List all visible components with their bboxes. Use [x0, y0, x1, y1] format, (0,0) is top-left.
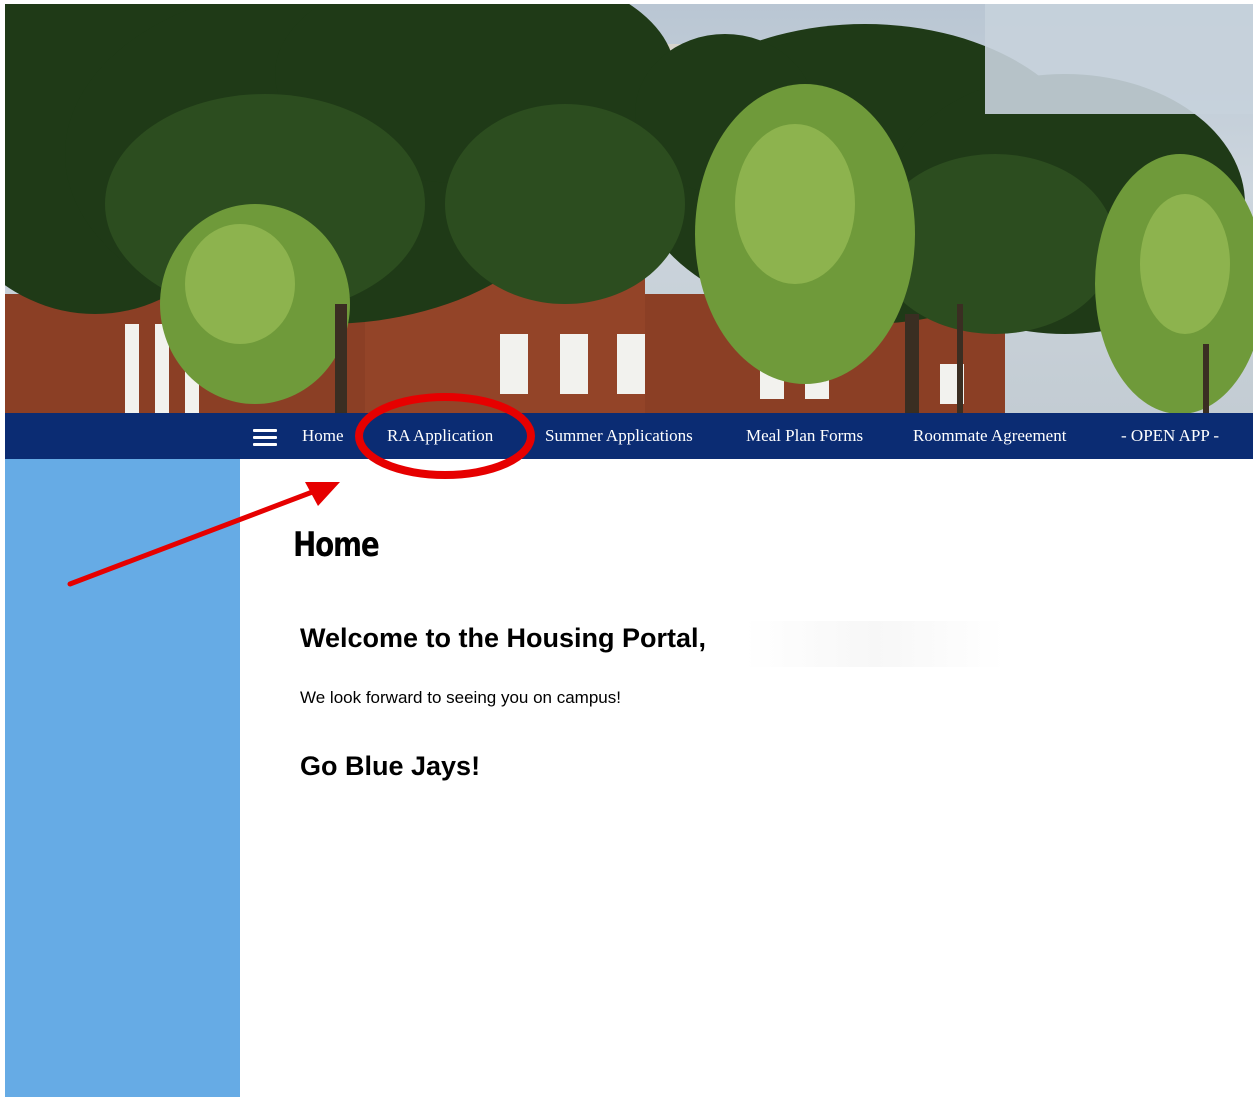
campus-banner-image: [5, 4, 1253, 413]
hamburger-menu-icon[interactable]: [253, 429, 277, 447]
nav-item-home[interactable]: Home: [302, 413, 344, 459]
nav-item-roommate-agreement[interactable]: Roommate Agreement: [913, 413, 1066, 459]
nav-item-meal-plan-forms[interactable]: Meal Plan Forms: [746, 413, 863, 459]
page-title: Home: [293, 525, 380, 565]
page-frame: Home RA Application Summer Applications …: [5, 4, 1253, 1097]
left-sidebar: [5, 459, 240, 1097]
nav-item-ra-application[interactable]: RA Application: [387, 413, 493, 459]
redacted-username: [745, 621, 1005, 667]
banner-illustration: [5, 4, 1253, 413]
main-content: Home Welcome to the Housing Portal, We l…: [240, 459, 1253, 1097]
nav-item-summer-applications[interactable]: Summer Applications: [545, 413, 693, 459]
nav-item-open-app[interactable]: - OPEN APP -: [1121, 413, 1219, 459]
main-navigation-bar: Home RA Application Summer Applications …: [5, 413, 1253, 459]
closing-heading: Go Blue Jays!: [300, 751, 481, 781]
welcome-heading: Welcome to the Housing Portal,: [300, 623, 707, 653]
welcome-text: We look forward to seeing you on campus!: [300, 688, 621, 707]
